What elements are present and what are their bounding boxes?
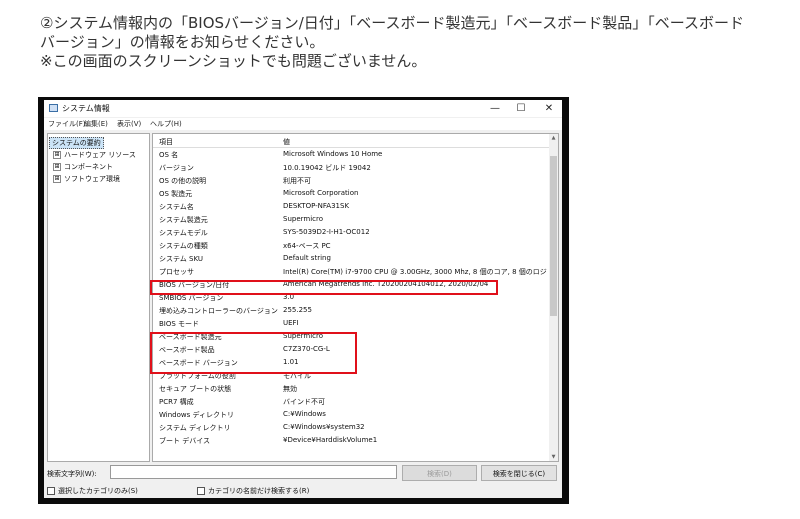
row-item-name: OS 製造元 <box>159 190 193 198</box>
table-row[interactable]: システムの種類 x64-ベース PC <box>153 239 551 252</box>
table-row[interactable]: BIOS モード UEFI <box>153 317 551 330</box>
close-button[interactable]: ✕ <box>536 100 562 117</box>
window-title: システム情報 <box>62 104 110 113</box>
minimize-button[interactable]: — <box>482 100 508 117</box>
row-item-value: バインド不可 <box>283 398 325 406</box>
table-row[interactable]: プロセッサ Intel(R) Core(TM) i7-9700 CPU @ 3.0… <box>153 265 551 278</box>
close-find-button[interactable]: 検索を閉じる(C) <box>481 465 557 481</box>
row-item-name: ブート デバイス <box>159 437 211 445</box>
column-header-value[interactable]: 値 <box>283 137 290 147</box>
row-item-name: システム ディレクトリ <box>159 424 231 432</box>
title-bar[interactable]: システム情報 — ☐ ✕ <box>44 100 562 117</box>
tree-item-software-environment[interactable]: ⊞ ソフトウェア環境 <box>53 174 120 184</box>
row-item-value: Microsoft Corporation <box>283 189 359 197</box>
row-item-value: ¥Device¥HarddiskVolume1 <box>283 436 378 444</box>
menu-bar: ファイル(F) 編集(E) 表示(V) ヘルプ(H) <box>44 118 562 130</box>
checkbox-box[interactable] <box>197 487 205 495</box>
row-item-value: 無効 <box>283 385 297 393</box>
category-tree[interactable]: システムの要約 ⊞ ハードウェア リソース ⊞ コンポーネント ⊞ ソフトウェア環境 <box>47 133 150 462</box>
tree-item-components[interactable]: ⊞ コンポーネント <box>53 162 113 172</box>
table-row[interactable]: OS 製造元 Microsoft Corporation <box>153 187 551 200</box>
row-item-value: x64-ベース PC <box>283 242 331 250</box>
vertical-scrollbar[interactable]: ▲ ▼ <box>549 134 558 461</box>
row-item-value: Microsoft Windows 10 Home <box>283 150 383 158</box>
tree-item-label: ハードウェア リソース <box>64 151 136 159</box>
row-item-value: Intel(R) Core(TM) i7-9700 CPU @ 3.00GHz,… <box>283 268 547 276</box>
table-row[interactable]: システムモデル SYS-5039D2-I-H1-OC012 <box>153 226 551 239</box>
row-item-name: システム製造元 <box>159 216 208 224</box>
table-row[interactable]: ブート デバイス ¥Device¥HarddiskVolume1 <box>153 434 551 447</box>
table-row[interactable]: システム製造元 Supermicro <box>153 213 551 226</box>
row-item-value: UEFI <box>283 319 299 327</box>
row-item-name: プロセッサ <box>159 268 194 276</box>
row-item-name: 埋め込みコントローラーのバージョン <box>159 307 278 315</box>
row-item-value: 255.255 <box>283 306 312 314</box>
row-item-name: システムモデル <box>159 229 208 237</box>
maximize-button[interactable]: ☐ <box>508 100 534 117</box>
row-item-value: DESKTOP-NFA31SK <box>283 202 350 210</box>
row-item-name: システムの種類 <box>159 242 208 250</box>
table-row[interactable]: PCR7 構成 バインド不可 <box>153 395 551 408</box>
find-label: 検索文字列(W): <box>47 470 97 478</box>
table-row[interactable]: システム SKU Default string <box>153 252 551 265</box>
menu-help[interactable]: ヘルプ(H) <box>150 119 182 129</box>
scroll-up-arrow-icon[interactable]: ▲ <box>549 135 558 141</box>
table-row[interactable]: バージョン 10.0.19042 ビルド 19042 <box>153 161 551 174</box>
expand-icon[interactable]: ⊞ <box>53 151 61 159</box>
row-item-value: Supermicro <box>283 215 324 223</box>
category-names-only-checkbox[interactable]: カテゴリの名前だけ検索する(R) <box>197 486 309 496</box>
row-item-value: C:¥Windows <box>283 410 326 418</box>
expand-icon[interactable]: ⊞ <box>53 175 61 183</box>
row-item-name: OS 名 <box>159 151 179 159</box>
instruction-line-2: バージョン」の情報をお知らせください。 <box>40 33 325 51</box>
row-item-value: C:¥Windows¥system32 <box>283 423 365 431</box>
tree-item-system-summary[interactable]: システムの要約 <box>49 137 104 149</box>
find-input[interactable] <box>110 465 397 479</box>
table-row[interactable]: システム ディレクトリ C:¥Windows¥system32 <box>153 421 551 434</box>
menu-view[interactable]: 表示(V) <box>117 119 141 129</box>
menu-file[interactable]: ファイル(F) <box>48 119 86 129</box>
menu-edit[interactable]: 編集(E) <box>84 119 108 129</box>
tree-item-label: コンポーネント <box>64 163 113 171</box>
row-item-value: 10.0.19042 ビルド 19042 <box>283 164 371 172</box>
checkbox-label: 選択したカテゴリのみ(S) <box>58 487 138 495</box>
checkbox-label: カテゴリの名前だけ検索する(R) <box>208 487 310 495</box>
table-row[interactable]: Windows ディレクトリ C:¥Windows <box>153 408 551 421</box>
row-item-value: 利用不可 <box>283 177 311 185</box>
row-item-name: システム SKU <box>159 255 203 263</box>
list-header: 項目 値 <box>153 134 551 148</box>
row-item-name: Windows ディレクトリ <box>159 411 234 419</box>
system-info-window: システム情報 — ☐ ✕ ファイル(F) 編集(E) 表示(V) ヘルプ(H) … <box>44 100 562 498</box>
system-info-app-icon <box>49 104 58 112</box>
only-selected-category-checkbox[interactable]: 選択したカテゴリのみ(S) <box>47 486 138 496</box>
highlight-baseboard-info <box>150 332 357 374</box>
scrollbar-thumb[interactable] <box>550 156 557 316</box>
row-item-name: バージョン <box>159 164 194 172</box>
row-item-value: SYS-5039D2-I-H1-OC012 <box>283 228 370 236</box>
system-summary-list[interactable]: 項目 値 OS 名 Microsoft Windows 10 Home バージョン 1… <box>152 133 559 462</box>
row-item-name: BIOS モード <box>159 320 200 328</box>
instruction-text: ②システム情報内の「BIOSバージョン/日付」「ベースボード製造元」「ベースボー… <box>40 14 780 71</box>
highlight-bios-version <box>150 280 498 295</box>
row-item-name: PCR7 構成 <box>159 398 194 406</box>
row-item-value: Default string <box>283 254 331 262</box>
table-row[interactable]: OS の他の説明 利用不可 <box>153 174 551 187</box>
expand-icon[interactable]: ⊞ <box>53 163 61 171</box>
instruction-line-1: ②システム情報内の「BIOSバージョン/日付」「ベースボード製造元」「ベースボー… <box>40 14 745 32</box>
row-item-name: システム名 <box>159 203 194 211</box>
tree-item-hardware-resources[interactable]: ⊞ ハードウェア リソース <box>53 150 136 160</box>
search-button[interactable]: 検索(D) <box>402 465 477 481</box>
instruction-line-3: ※この画面のスクリーンショットでも問題ございません。 <box>40 52 427 70</box>
table-row[interactable]: 埋め込みコントローラーのバージョン 255.255 <box>153 304 551 317</box>
table-row[interactable]: OS 名 Microsoft Windows 10 Home <box>153 148 551 161</box>
tree-item-label: ソフトウェア環境 <box>64 175 120 183</box>
column-header-item[interactable]: 項目 <box>159 137 173 147</box>
row-item-name: セキュア ブートの状態 <box>159 385 232 393</box>
scroll-down-arrow-icon[interactable]: ▼ <box>549 454 558 460</box>
checkbox-box[interactable] <box>47 487 55 495</box>
table-row[interactable]: セキュア ブートの状態 無効 <box>153 382 551 395</box>
row-item-name: OS の他の説明 <box>159 177 207 185</box>
table-row[interactable]: システム名 DESKTOP-NFA31SK <box>153 200 551 213</box>
